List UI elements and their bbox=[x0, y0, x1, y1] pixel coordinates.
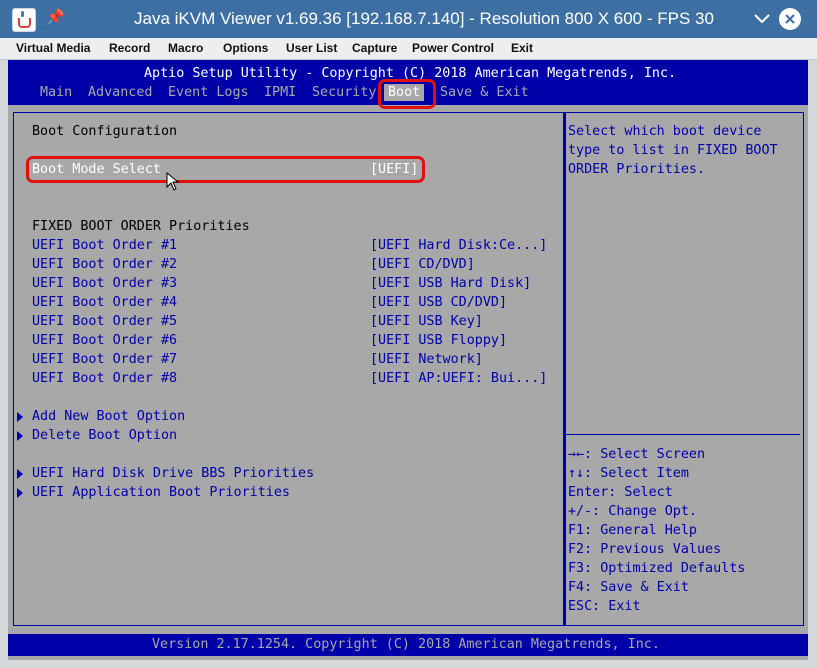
pin-icon[interactable]: 📌 bbox=[46, 9, 65, 27]
tab-ipmi[interactable]: IPMI bbox=[264, 85, 296, 100]
menu-options[interactable]: Options bbox=[223, 41, 268, 55]
boot-order-8-label[interactable]: UEFI Boot Order #8 bbox=[32, 371, 177, 387]
key-help-f4: F4: Save & Exit bbox=[568, 580, 689, 595]
menu-user-list[interactable]: User List bbox=[286, 41, 337, 55]
key-help-f2: F2: Previous Values bbox=[568, 542, 722, 557]
boot-tab-highlight bbox=[378, 79, 436, 109]
submenu-arrow-icon bbox=[17, 412, 23, 422]
boot-order-6-value[interactable]: [UEFI USB Floppy] bbox=[370, 333, 507, 349]
key-help-f3: F3: Optimized Defaults bbox=[568, 561, 746, 576]
help-text-line-2: type to list in FIXED BOOT bbox=[568, 143, 778, 158]
submenu-arrow-icon bbox=[17, 469, 23, 479]
key-help-enter: Enter: Select bbox=[568, 485, 673, 500]
mouse-cursor-icon bbox=[166, 172, 180, 191]
boot-order-2-value[interactable]: [UEFI CD/DVD] bbox=[370, 257, 475, 273]
menu-exit[interactable]: Exit bbox=[511, 41, 533, 55]
boot-order-4-value[interactable]: [UEFI USB CD/DVD] bbox=[370, 295, 507, 311]
boot-order-2-label[interactable]: UEFI Boot Order #2 bbox=[32, 257, 177, 273]
submenu-add-new-boot-option[interactable]: Add New Boot Option bbox=[32, 409, 185, 425]
section-heading: Boot Configuration bbox=[32, 124, 178, 139]
menu-power-control[interactable]: Power Control bbox=[412, 41, 494, 55]
submenu-app-boot-priorities[interactable]: UEFI Application Boot Priorities bbox=[32, 485, 290, 501]
main-panel bbox=[13, 112, 564, 626]
boot-order-5-value[interactable]: [UEFI USB Key] bbox=[370, 314, 483, 330]
boot-order-7-value[interactable]: [UEFI Network] bbox=[370, 352, 483, 368]
help-divider bbox=[566, 434, 800, 435]
tab-main[interactable]: Main bbox=[40, 85, 72, 100]
fixed-order-heading: FIXED BOOT ORDER Priorities bbox=[32, 219, 250, 234]
submenu-arrow-icon bbox=[17, 431, 23, 441]
key-help-select-item: ↑↓: Select Item bbox=[568, 466, 689, 481]
close-icon[interactable] bbox=[779, 8, 801, 30]
key-help-select-screen: →←: Select Screen bbox=[568, 447, 706, 462]
submenu-arrow-icon bbox=[17, 488, 23, 498]
tab-save-exit[interactable]: Save & Exit bbox=[440, 85, 529, 100]
boot-order-8-value[interactable]: [UEFI AP:UEFI: Bui...] bbox=[370, 371, 547, 387]
boot-order-5-label[interactable]: UEFI Boot Order #5 bbox=[32, 314, 177, 330]
kvm-screen[interactable]: Aptio Setup Utility - Copyright (C) 2018… bbox=[8, 60, 808, 660]
menu-record[interactable]: Record bbox=[109, 41, 150, 55]
key-help-f1: F1: General Help bbox=[568, 523, 697, 538]
boot-order-3-value[interactable]: [UEFI USB Hard Disk] bbox=[370, 276, 531, 292]
boot-order-3-label[interactable]: UEFI Boot Order #3 bbox=[32, 276, 177, 292]
help-text-line-1: Select which boot device bbox=[568, 124, 762, 139]
menu-virtual-media[interactable]: Virtual Media bbox=[16, 41, 90, 55]
java-app-icon[interactable] bbox=[12, 8, 36, 32]
submenu-delete-boot-option[interactable]: Delete Boot Option bbox=[32, 428, 177, 444]
footer-version: Version 2.17.1254. Copyright (C) 2018 Am… bbox=[152, 637, 660, 652]
boot-order-4-label[interactable]: UEFI Boot Order #4 bbox=[32, 295, 177, 311]
window-title: Java iKVM Viewer v1.69.36 [192.168.7.140… bbox=[134, 9, 714, 28]
boot-mode-highlight bbox=[26, 156, 425, 183]
help-text-line-3: ORDER Priorities. bbox=[568, 162, 706, 177]
menu-macro[interactable]: Macro bbox=[168, 41, 203, 55]
boot-order-7-label[interactable]: UEFI Boot Order #7 bbox=[32, 352, 177, 368]
window-titlebar: 📌 Java iKVM Viewer v1.69.36 [192.168.7.1… bbox=[0, 0, 817, 38]
tab-advanced[interactable]: Advanced bbox=[88, 85, 153, 100]
tab-security[interactable]: Security bbox=[312, 85, 377, 100]
bios-footer: Version 2.17.1254. Copyright (C) 2018 Am… bbox=[8, 634, 808, 656]
key-help-esc: ESC: Exit bbox=[568, 599, 641, 614]
boot-order-1-label[interactable]: UEFI Boot Order #1 bbox=[32, 238, 177, 254]
minimize-icon[interactable] bbox=[752, 11, 772, 27]
menubar: Virtual Media Record Macro Options User … bbox=[0, 38, 817, 60]
submenu-bbs-priorities[interactable]: UEFI Hard Disk Drive BBS Priorities bbox=[32, 466, 314, 482]
boot-order-1-value[interactable]: [UEFI Hard Disk:Ce...] bbox=[370, 238, 547, 254]
key-help-change-opt: +/-: Change Opt. bbox=[568, 504, 697, 519]
tab-event-logs[interactable]: Event Logs bbox=[168, 85, 249, 100]
menu-capture[interactable]: Capture bbox=[352, 41, 397, 55]
boot-order-6-label[interactable]: UEFI Boot Order #6 bbox=[32, 333, 177, 349]
